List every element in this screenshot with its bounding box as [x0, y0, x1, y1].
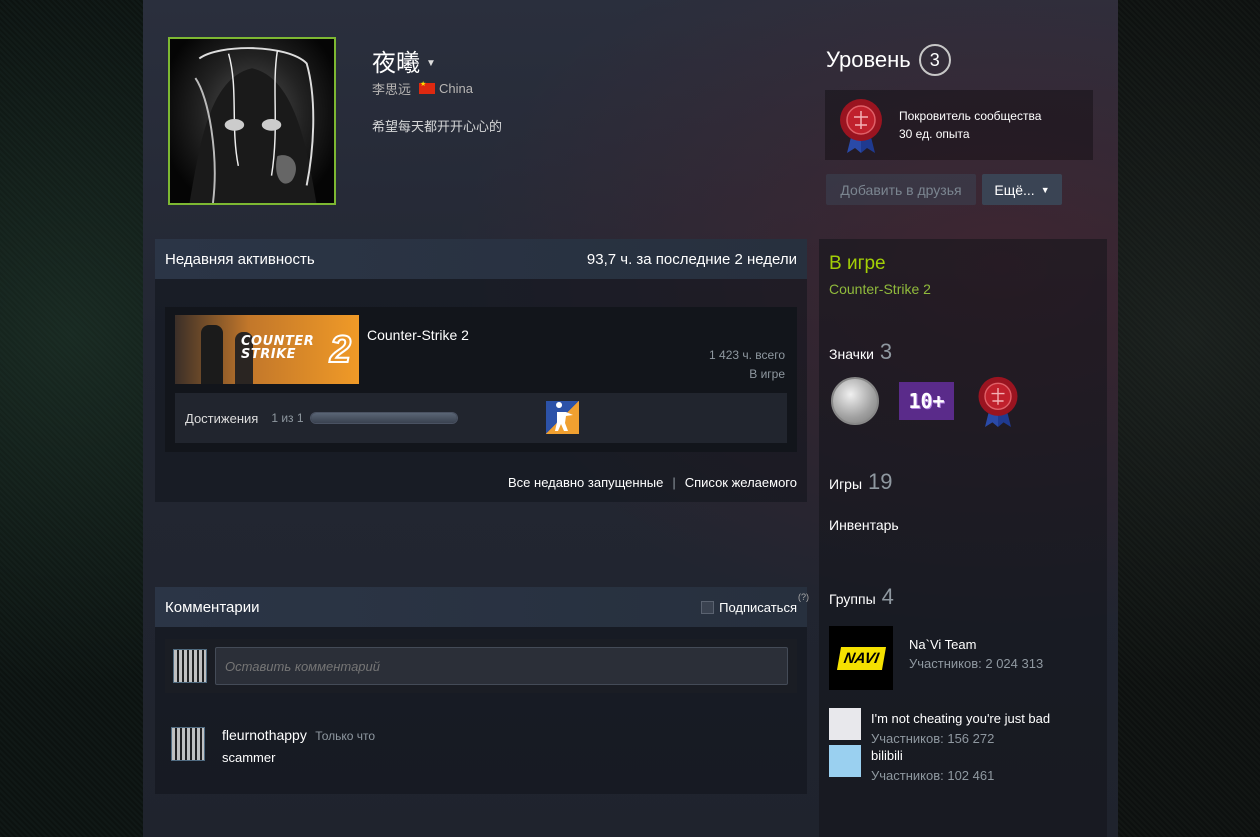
- achievements-bar: Достижения 1 из 1: [175, 393, 787, 443]
- level-heading: Уровень 3: [826, 44, 951, 76]
- recent-activity-panel: Недавняя активность 93,7 ч. за последние…: [155, 239, 807, 502]
- recent-activity-title: Недавняя активность: [165, 250, 315, 268]
- recent-activity-header: Недавняя активность 93,7 ч. за последние…: [155, 239, 807, 279]
- group-name[interactable]: bilibili: [871, 748, 994, 763]
- comments-header: Комментарии Подписаться (?): [155, 587, 809, 627]
- level-label: Уровень: [826, 47, 911, 72]
- game-name-link[interactable]: Counter-Strike 2: [367, 327, 469, 343]
- groups-label: Группы: [829, 591, 876, 607]
- years-badge-icon[interactable]: 10+: [899, 382, 954, 420]
- group-avatar: [829, 745, 861, 777]
- add-friend-button[interactable]: Добавить в друзья: [826, 174, 976, 205]
- comment-item: fleurnothappy Только что scammer: [171, 727, 375, 765]
- subscribe-checkbox[interactable]: [701, 600, 715, 614]
- profile-summary: 希望每天都开开心心的: [372, 119, 503, 134]
- achievements-label[interactable]: Достижения: [185, 411, 258, 426]
- games-section-link[interactable]: Игры 19: [829, 469, 893, 495]
- badge-name: Покровитель сообщества: [899, 109, 1042, 123]
- games-count: 19: [868, 469, 893, 494]
- game-capsule-image[interactable]: COUNTER STRIKE 2: [175, 315, 359, 384]
- group-name[interactable]: I'm not cheating you're just bad: [871, 711, 1050, 726]
- group-name[interactable]: Na`Vi Team: [909, 637, 1043, 652]
- china-flag-icon: [419, 80, 436, 94]
- comment-time: Только что: [315, 729, 376, 743]
- comments-title: Комментарии: [165, 598, 260, 616]
- comments-panel: Комментарии Подписаться (?) fleurnothapp…: [155, 587, 809, 794]
- game-total-hours: 1 423 ч. всего: [709, 348, 785, 362]
- comment-text: scammer: [222, 750, 276, 765]
- achievements-progress-bar: [309, 412, 458, 424]
- chevron-down-icon: ▼: [1040, 184, 1050, 195]
- recent-activity-hours: 93,7 ч. за последние 2 недели: [586, 250, 797, 268]
- badges-section-link[interactable]: Значки 3: [829, 339, 892, 365]
- recent-game-card: COUNTER STRIKE 2 Counter-Strike 2 1 423 …: [165, 307, 797, 452]
- activity-links: Все недавно запущенные | Список желаемог…: [508, 475, 797, 490]
- real-name-row: 李思远 China: [372, 79, 473, 98]
- comment-input[interactable]: [215, 647, 788, 685]
- group-members: Участников: 156 272: [871, 731, 995, 746]
- achievements-progress-fill: [310, 413, 457, 423]
- more-actions-button[interactable]: Ещё... ▼: [982, 174, 1062, 205]
- groups-count: 4: [881, 584, 894, 609]
- level-badge[interactable]: 3: [918, 44, 951, 76]
- capsule-figure: [201, 325, 223, 384]
- group-item[interactable]: NAVI Na`Vi Team Участников: 2 024 313: [829, 626, 1043, 690]
- my-avatar: [173, 649, 207, 683]
- group-members: Участников: 102 461: [871, 768, 995, 783]
- achievement-icon[interactable]: [546, 401, 579, 434]
- navi-logo: NAVI: [836, 646, 886, 670]
- chevron-down-icon: ▼: [426, 58, 436, 69]
- comment-author[interactable]: fleurnothappy: [222, 727, 307, 743]
- badge-xp: 30 ед. опыта: [899, 127, 970, 141]
- badges-row: 10+: [831, 375, 1022, 427]
- community-seal-icon: [978, 376, 1018, 427]
- subscribe-toggle[interactable]: Подписаться (?): [701, 592, 809, 615]
- community-seal-icon: [840, 99, 882, 153]
- profile-sidebar: В игре Counter-Strike 2 Значки 3 10+ Игр…: [819, 239, 1107, 837]
- game-status: В игре: [749, 367, 785, 381]
- games-label: Игры: [829, 476, 863, 492]
- background-left: [0, 0, 143, 837]
- online-status: В игре: [829, 253, 886, 274]
- group-members: Участников: 2 024 313: [909, 656, 1044, 671]
- avatar-image: [189, 47, 317, 203]
- coin-badge-icon[interactable]: [831, 377, 879, 425]
- badges-count: 3: [879, 339, 893, 364]
- wishlist-link[interactable]: Список желаемого: [685, 475, 797, 490]
- more-label: Ещё...: [994, 181, 1035, 198]
- group-avatar: [829, 708, 861, 740]
- link-separator: |: [672, 475, 676, 490]
- real-name: 李思远: [372, 82, 412, 97]
- achievement-figure-icon: [555, 402, 573, 431]
- group-avatar: NAVI: [829, 626, 893, 690]
- all-recent-games-link[interactable]: Все недавно запущенные: [508, 475, 663, 490]
- current-game-link[interactable]: Counter-Strike 2: [829, 281, 931, 297]
- groups-section-link[interactable]: Группы 4: [829, 584, 894, 610]
- persona-name: 夜曦: [372, 50, 420, 77]
- profile-page: 夜曦 ▼ 李思远 China 希望每天都开开心心的 Уровень 3 Покр…: [143, 0, 1118, 837]
- subscribe-label: Подписаться: [719, 599, 797, 615]
- group-item[interactable]: bilibili Участников: 102 461: [829, 745, 994, 783]
- favorite-badge[interactable]: Покровитель сообщества 30 ед. опыта: [825, 90, 1093, 160]
- community-seal-badge[interactable]: [974, 375, 1022, 427]
- achievements-count: 1 из 1: [271, 411, 304, 425]
- country: China: [439, 81, 473, 96]
- capsule-number: 2: [329, 328, 352, 372]
- commenter-avatar[interactable]: [171, 727, 205, 761]
- comment-entry-row: [165, 639, 797, 693]
- badges-label: Значки: [829, 346, 874, 362]
- group-item[interactable]: I'm not cheating you're just bad Участни…: [829, 708, 1050, 746]
- background-right: [1118, 0, 1260, 837]
- inventory-link[interactable]: Инвентарь: [829, 517, 899, 533]
- help-icon[interactable]: (?): [798, 592, 809, 602]
- persona-name-dropdown[interactable]: 夜曦 ▼: [372, 43, 436, 78]
- profile-avatar[interactable]: [168, 37, 336, 205]
